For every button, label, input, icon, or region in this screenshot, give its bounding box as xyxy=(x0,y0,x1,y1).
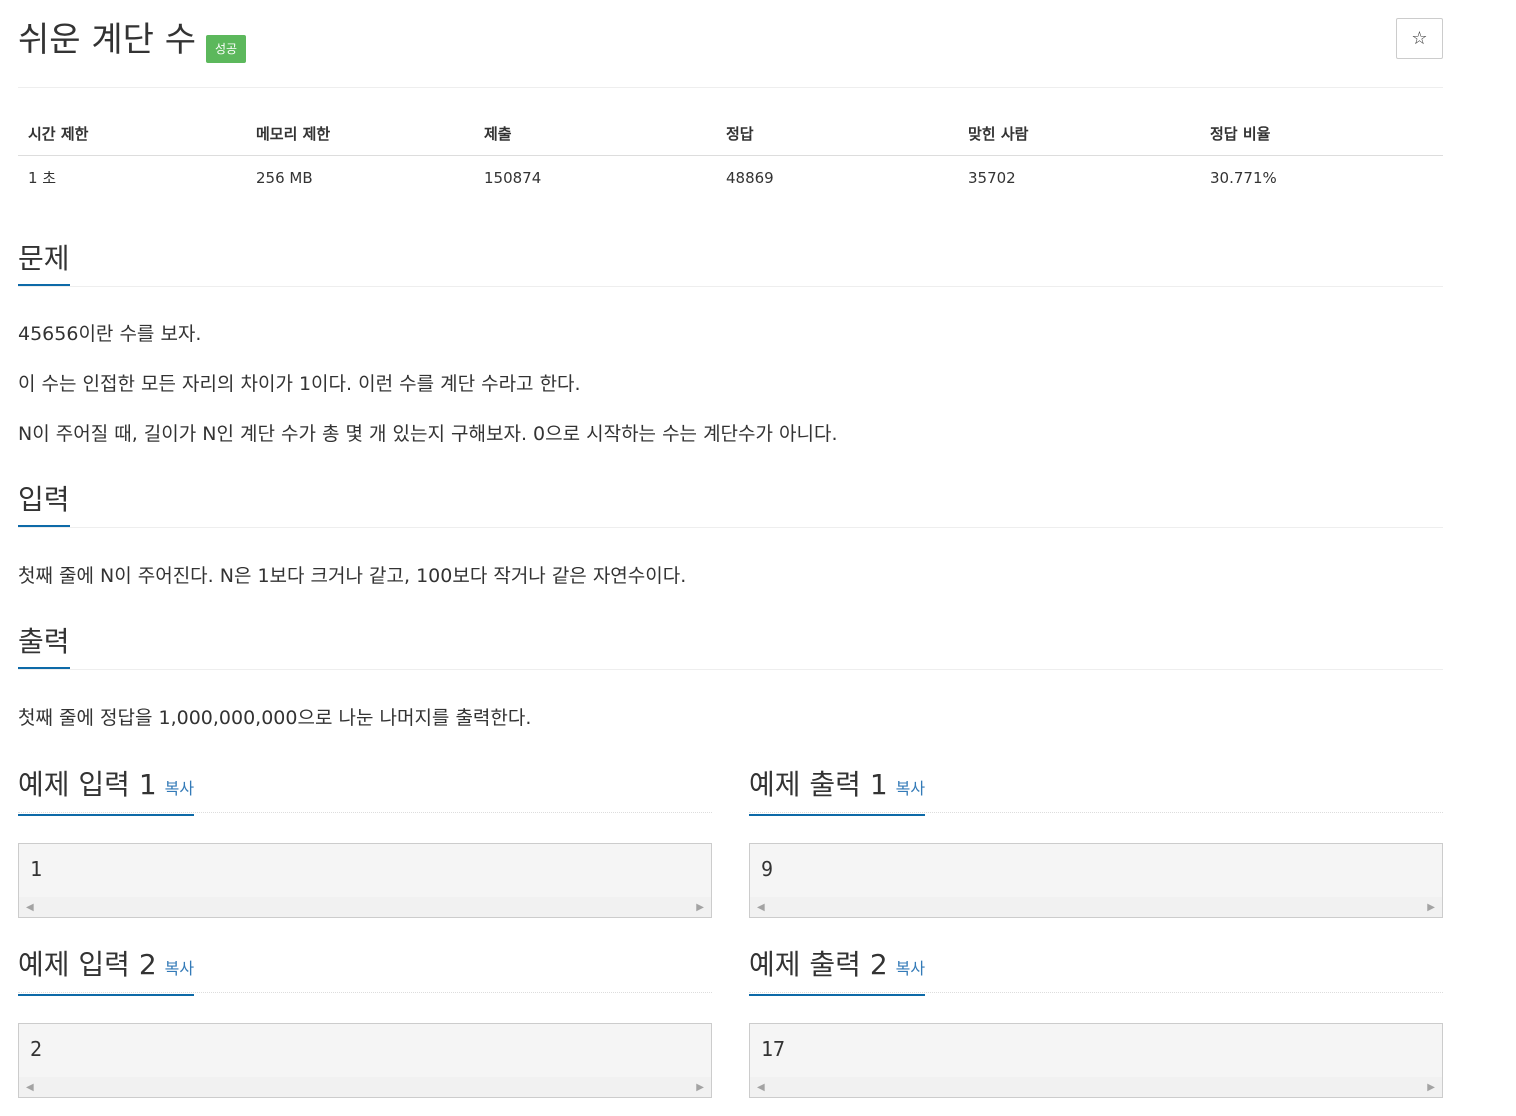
scroll-left-arrow-icon[interactable]: ◀ xyxy=(757,902,765,913)
memory-limit-value: 256 MB xyxy=(256,168,313,187)
problem-paragraph-1: 45656이란 수를 보자. xyxy=(18,323,202,345)
submissions-value: 150874 xyxy=(484,168,542,187)
sample-input-1-box[interactable]: 1 ◀ ▶ xyxy=(18,843,712,918)
sample-output-2-copy-button[interactable]: 복사 xyxy=(896,959,925,978)
info-header-row: 시간 제한 메모리 제한 제출 정답 맞힌 사람 정답 비율 xyxy=(18,112,1443,156)
problem-paragraph-2: 이 수는 인접한 모든 자리의 차이가 1이다. 이런 수를 계단 수라고 한다… xyxy=(18,373,581,395)
header-memory-limit: 메모리 제한 xyxy=(246,112,474,156)
sample-output-1-title: 예제 출력 1 xyxy=(749,768,888,801)
page-title: 쉬운 계단 수 xyxy=(18,20,197,60)
output-section-title: 출력 xyxy=(18,622,70,669)
sample-output-1-box[interactable]: 9 ◀ ▶ xyxy=(749,843,1443,918)
status-badge: 성공 xyxy=(206,35,247,63)
problem-header: 쉬운 계단 수 성공 ☆ xyxy=(18,0,1443,88)
sample-input-1-header: 예제 입력 1 복사 xyxy=(18,765,712,816)
horizontal-scrollbar[interactable]: ◀ ▶ xyxy=(750,897,1442,917)
time-limit-value: 1 초 xyxy=(28,169,57,187)
input-section-header: 입력 xyxy=(18,480,1443,528)
sample-input-2-header: 예제 입력 2 복사 xyxy=(18,945,712,996)
sample-output-2-value: 17 xyxy=(761,1037,786,1061)
header-accepted: 정답 xyxy=(716,112,958,156)
info-value-row: 1 초 256 MB 150874 48869 35702 30.771% xyxy=(18,156,1443,200)
sample-input-2-value: 2 xyxy=(30,1037,43,1061)
scroll-right-arrow-icon[interactable]: ▶ xyxy=(696,902,704,913)
sample-output-1-value: 9 xyxy=(761,857,774,881)
horizontal-scrollbar[interactable]: ◀ ▶ xyxy=(19,897,711,917)
sample-input-2-title: 예제 입력 2 xyxy=(18,948,157,981)
scroll-left-arrow-icon[interactable]: ◀ xyxy=(26,1082,34,1093)
scroll-left-arrow-icon[interactable]: ◀ xyxy=(26,902,34,913)
header-accept-ratio: 정답 비율 xyxy=(1200,112,1443,156)
sample-output-2-header: 예제 출력 2 복사 xyxy=(749,945,1443,996)
output-section-header: 출력 xyxy=(18,622,1443,670)
sample-output-2-title: 예제 출력 2 xyxy=(749,948,888,981)
header-time-limit: 시간 제한 xyxy=(18,112,246,156)
sample-input-1-title: 예제 입력 1 xyxy=(18,768,157,801)
scroll-right-arrow-icon[interactable]: ▶ xyxy=(696,1082,704,1093)
input-description: 첫째 줄에 N이 주어진다. N은 1보다 크거나 같고, 100보다 작거나 … xyxy=(18,565,687,587)
problem-section-title: 문제 xyxy=(18,239,70,286)
scroll-right-arrow-icon[interactable]: ▶ xyxy=(1427,1082,1435,1093)
header-solved-users: 맞힌 사람 xyxy=(958,112,1200,156)
sample-input-1-value: 1 xyxy=(30,857,43,881)
sample-output-1-header: 예제 출력 1 복사 xyxy=(749,765,1443,816)
accepted-value: 48869 xyxy=(726,168,774,187)
input-section-title: 입력 xyxy=(18,480,70,527)
scroll-right-arrow-icon[interactable]: ▶ xyxy=(1427,902,1435,913)
favorite-button[interactable]: ☆ xyxy=(1396,18,1443,59)
sample-output-1-copy-button[interactable]: 복사 xyxy=(896,779,925,798)
output-description: 첫째 줄에 정답을 1,000,000,000으로 나눈 나머지를 출력한다. xyxy=(18,707,532,729)
scroll-left-arrow-icon[interactable]: ◀ xyxy=(757,1082,765,1093)
solved-users-value: 35702 xyxy=(968,168,1016,187)
problem-page: 쉬운 계단 수 성공 ☆ 시간 제한 메모리 제한 제출 정답 맞힌 사람 정답… xyxy=(0,0,1516,1116)
accept-ratio-value: 30.771% xyxy=(1210,168,1277,187)
horizontal-scrollbar[interactable]: ◀ ▶ xyxy=(750,1077,1442,1097)
header-submissions: 제출 xyxy=(474,112,716,156)
problem-paragraph-3: N이 주어질 때, 길이가 N인 계단 수가 총 몇 개 있는지 구해보자. 0… xyxy=(18,423,838,445)
problem-info-table: 시간 제한 메모리 제한 제출 정답 맞힌 사람 정답 비율 1 초 256 M… xyxy=(18,112,1443,199)
horizontal-scrollbar[interactable]: ◀ ▶ xyxy=(19,1077,711,1097)
sample-input-2-copy-button[interactable]: 복사 xyxy=(165,959,194,978)
sample-output-2-box[interactable]: 17 ◀ ▶ xyxy=(749,1023,1443,1098)
sample-input-1-copy-button[interactable]: 복사 xyxy=(165,779,194,798)
star-icon: ☆ xyxy=(1411,28,1428,49)
sample-input-2-box[interactable]: 2 ◀ ▶ xyxy=(18,1023,712,1098)
problem-section-header: 문제 xyxy=(18,239,1443,287)
